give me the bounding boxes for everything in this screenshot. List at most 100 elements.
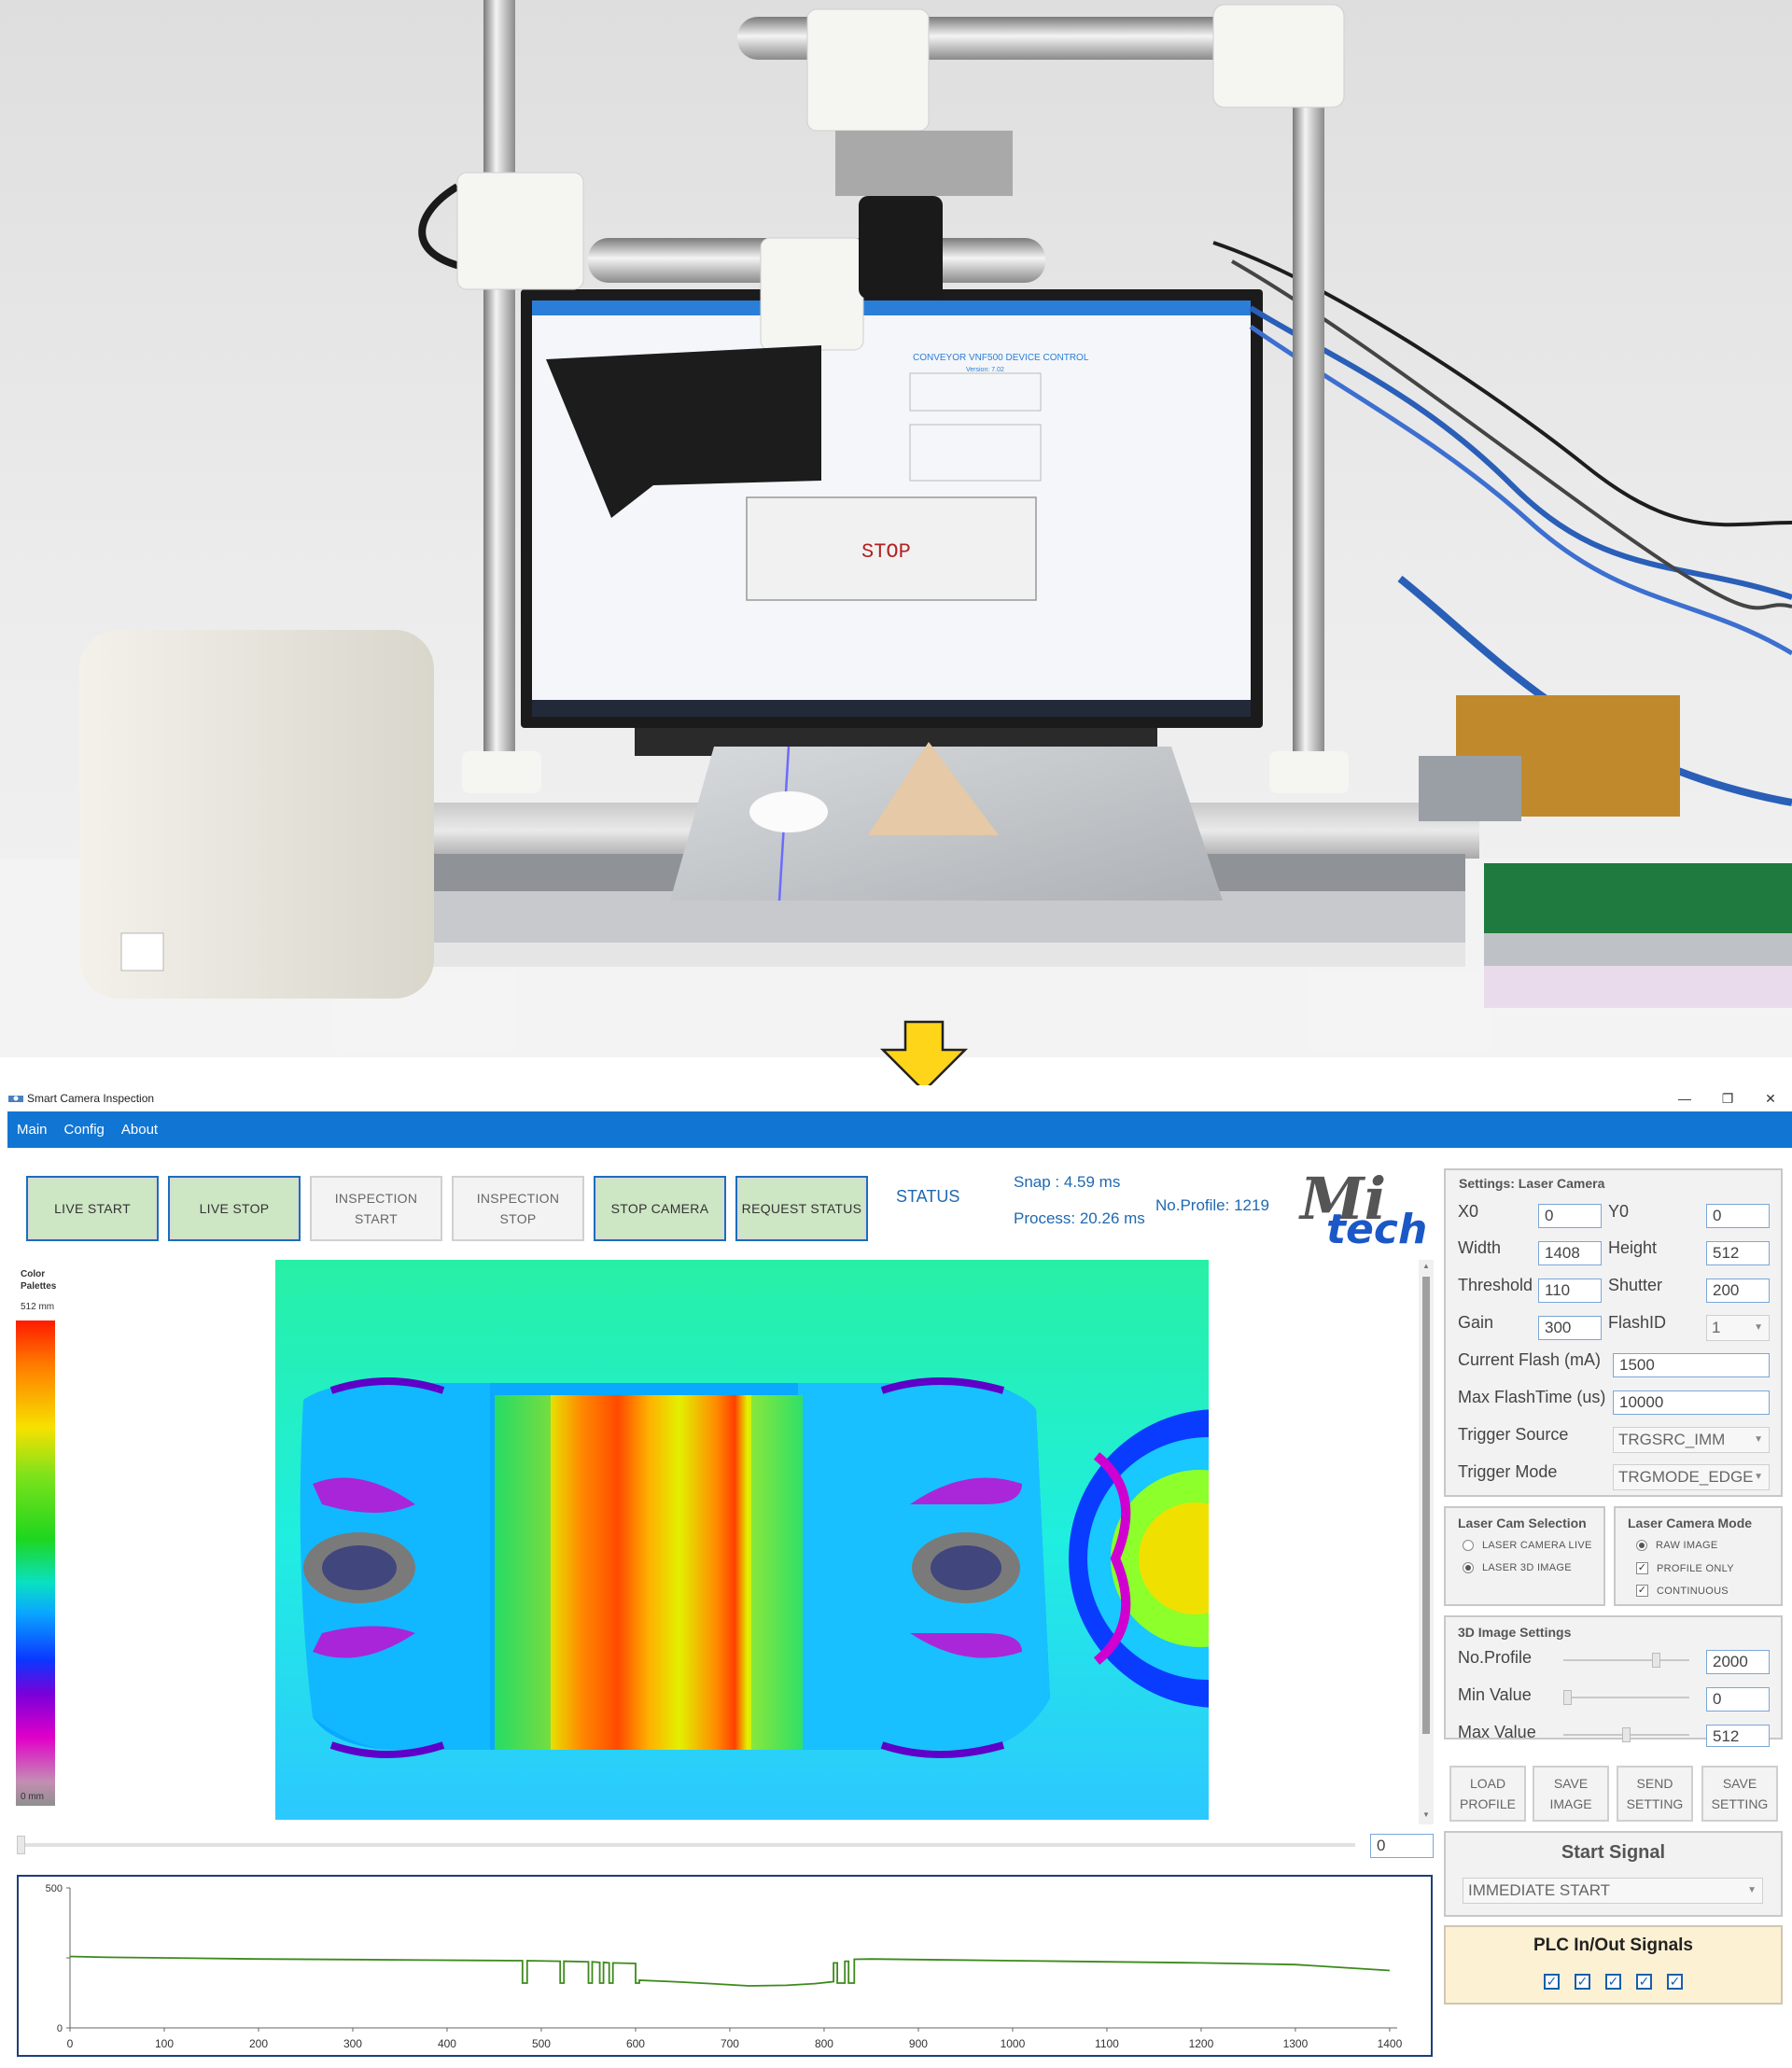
load-profile-label-1: LOAD xyxy=(1469,1776,1506,1791)
window-title: Smart Camera Inspection xyxy=(27,1092,155,1105)
inspection-start-label-2: START xyxy=(354,1211,399,1226)
stop-camera-button[interactable]: STOP CAMERA xyxy=(594,1176,726,1241)
plc-signal-checkbox-3[interactable]: ✓ xyxy=(1605,1974,1621,1990)
trigger-mode-select[interactable]: TRGMODE_EDGE ▼ xyxy=(1613,1464,1770,1490)
image-settings-title: 3D Image Settings xyxy=(1458,1625,1572,1640)
palette-min: 0 mm xyxy=(21,1792,44,1802)
cam-mode-panel: Laser Camera Mode RAW IMAGE ✓ PROFILE ON… xyxy=(1614,1506,1783,1606)
chart-x-tick-label: 1300 xyxy=(1283,2037,1309,2050)
image-scrollbar[interactable]: ▲ ▼ xyxy=(1419,1260,1434,1824)
profile-chart-frame: 0 500 0 100 200 300 400 500 600 700 800 900 1000 1100… xyxy=(17,1875,1433,2057)
menu-main[interactable]: Main xyxy=(17,1122,48,1138)
cam-mode-title: Laser Camera Mode xyxy=(1628,1516,1753,1530)
shutter-value: 200 xyxy=(1713,1281,1740,1299)
no-profile-slider[interactable] xyxy=(1563,1653,1689,1668)
y0-value: 0 xyxy=(1713,1207,1722,1224)
flashid-select[interactable]: 1 ▼ xyxy=(1706,1315,1770,1341)
laser-3d-image-radio[interactable]: LASER 3D IMAGE xyxy=(1463,1562,1572,1573)
maximize-icon[interactable]: ❐ xyxy=(1706,1085,1749,1111)
width-field[interactable]: 1408 xyxy=(1538,1241,1602,1265)
plc-signals-panel: PLC In/Out Signals ✓ ✓ ✓ ✓ ✓ xyxy=(1444,1925,1783,2005)
menu-config[interactable]: Config xyxy=(64,1122,105,1138)
chart-x-tick-label: 1000 xyxy=(1001,2037,1026,2050)
max-value-slider[interactable] xyxy=(1563,1727,1689,1742)
laser-camera-live-radio[interactable]: LASER CAMERA LIVE xyxy=(1463,1540,1592,1551)
send-setting-button[interactable]: SEND SETTING xyxy=(1617,1766,1693,1822)
profile-index-field[interactable]: 0 xyxy=(1370,1834,1434,1858)
min-value-label: Min Value xyxy=(1458,1685,1532,1704)
x0-field[interactable]: 0 xyxy=(1538,1204,1602,1228)
image-settings-panel: 3D Image Settings No.Profile 2000 Min Va… xyxy=(1444,1615,1783,1747)
gain-field[interactable]: 300 xyxy=(1538,1316,1602,1340)
radio-selected-icon xyxy=(1463,1562,1474,1573)
request-status-label: REQUEST STATUS xyxy=(741,1201,862,1216)
slider-thumb[interactable] xyxy=(1651,1653,1660,1668)
trigger-mode-value: TRGMODE_EDGE xyxy=(1618,1468,1754,1486)
profile-only-checkbox[interactable]: ✓ PROFILE ONLY xyxy=(1636,1562,1734,1574)
process-time: Process: 20.26 ms xyxy=(1014,1209,1145,1227)
chart-x-tick-label: 100 xyxy=(155,2037,174,2050)
plc-signal-checkbox-2[interactable]: ✓ xyxy=(1575,1974,1590,1990)
chevron-down-icon: ▼ xyxy=(1754,1322,1763,1333)
height-value: 512 xyxy=(1713,1244,1740,1262)
checkbox-checked-icon: ✓ xyxy=(1636,1585,1648,1597)
close-icon[interactable]: ✕ xyxy=(1749,1085,1792,1111)
raw-image-radio[interactable]: RAW IMAGE xyxy=(1636,1540,1717,1551)
laser-3d-image xyxy=(275,1260,1209,1820)
threshold-field[interactable]: 110 xyxy=(1538,1279,1602,1303)
chart-x-tick-label: 500 xyxy=(532,2037,551,2050)
minimize-icon[interactable]: — xyxy=(1663,1085,1706,1111)
min-value-slider[interactable] xyxy=(1563,1690,1689,1705)
width-label: Width xyxy=(1458,1238,1502,1257)
start-signal-value: IMMEDIATE START xyxy=(1468,1881,1611,1899)
save-setting-button[interactable]: SAVE SETTING xyxy=(1701,1766,1778,1822)
slider-thumb[interactable] xyxy=(1622,1727,1631,1742)
chart-x-tick-label: 900 xyxy=(909,2037,928,2050)
chart-y-tick-label: 500 xyxy=(46,1883,63,1894)
inspection-stop-button[interactable]: INSPECTION STOP xyxy=(452,1176,584,1241)
scroll-thumb[interactable] xyxy=(1422,1277,1430,1734)
width-value: 1408 xyxy=(1545,1244,1580,1262)
slider-thumb[interactable] xyxy=(1563,1690,1572,1705)
profile-slider[interactable] xyxy=(17,1836,1355,1854)
profile-slider-thumb[interactable] xyxy=(17,1836,25,1854)
live-start-button[interactable]: LIVE START xyxy=(26,1176,159,1241)
inspection-start-button[interactable]: INSPECTION START xyxy=(310,1176,442,1241)
plc-signal-checkbox-5[interactable]: ✓ xyxy=(1667,1974,1683,1990)
height-field[interactable]: 512 xyxy=(1706,1241,1770,1265)
monitor-stop: STOP xyxy=(861,540,911,564)
continuous-checkbox[interactable]: ✓ CONTINUOUS xyxy=(1636,1585,1729,1597)
scroll-down-icon[interactable]: ▼ xyxy=(1422,1810,1430,1819)
gain-label: Gain xyxy=(1458,1313,1494,1332)
trigger-source-select[interactable]: TRGSRC_IMM ▼ xyxy=(1613,1427,1770,1453)
y0-field[interactable]: 0 xyxy=(1706,1204,1770,1228)
start-signal-select[interactable]: IMMEDIATE START ▼ xyxy=(1463,1878,1763,1904)
shutter-label: Shutter xyxy=(1608,1276,1663,1294)
request-status-button[interactable]: REQUEST STATUS xyxy=(735,1176,868,1241)
chart-series-line-1 xyxy=(69,1955,1390,1987)
plc-signal-checkbox-1[interactable]: ✓ xyxy=(1544,1974,1560,1990)
max-flashtime-field[interactable]: 10000 xyxy=(1613,1390,1770,1415)
load-profile-button[interactable]: LOAD PROFILE xyxy=(1449,1766,1526,1822)
live-stop-button[interactable]: LIVE STOP xyxy=(168,1176,301,1241)
profile-only-label: PROFILE ONLY xyxy=(1657,1562,1734,1574)
no-profile-field[interactable]: 2000 xyxy=(1706,1650,1770,1674)
flashid-label: FlashID xyxy=(1608,1313,1667,1332)
chevron-down-icon: ▼ xyxy=(1747,1885,1757,1895)
chart-x-tick-label: 300 xyxy=(343,2037,362,2050)
inspection-stop-label-1: INSPECTION xyxy=(476,1191,560,1206)
save-image-button[interactable]: SAVE IMAGE xyxy=(1533,1766,1609,1822)
max-value-field[interactable]: 512 xyxy=(1706,1725,1770,1747)
current-flash-field[interactable]: 1500 xyxy=(1613,1353,1770,1377)
min-value-field[interactable]: 0 xyxy=(1706,1687,1770,1712)
shutter-field[interactable]: 200 xyxy=(1706,1279,1770,1303)
radio-selected-icon xyxy=(1636,1540,1647,1551)
menu-about[interactable]: About xyxy=(121,1122,158,1138)
chevron-down-icon: ▼ xyxy=(1754,1472,1763,1482)
plc-signal-checkbox-4[interactable]: ✓ xyxy=(1636,1974,1652,1990)
laser-camera-live-label: LASER CAMERA LIVE xyxy=(1482,1540,1592,1551)
menu-bar: Main Config About xyxy=(7,1111,1792,1148)
scroll-up-icon[interactable]: ▲ xyxy=(1422,1262,1430,1270)
x0-label: X0 xyxy=(1458,1202,1479,1221)
laser-settings-panel: Settings: Laser Camera X0 0 Y0 0 Width 1… xyxy=(1444,1168,1783,1497)
